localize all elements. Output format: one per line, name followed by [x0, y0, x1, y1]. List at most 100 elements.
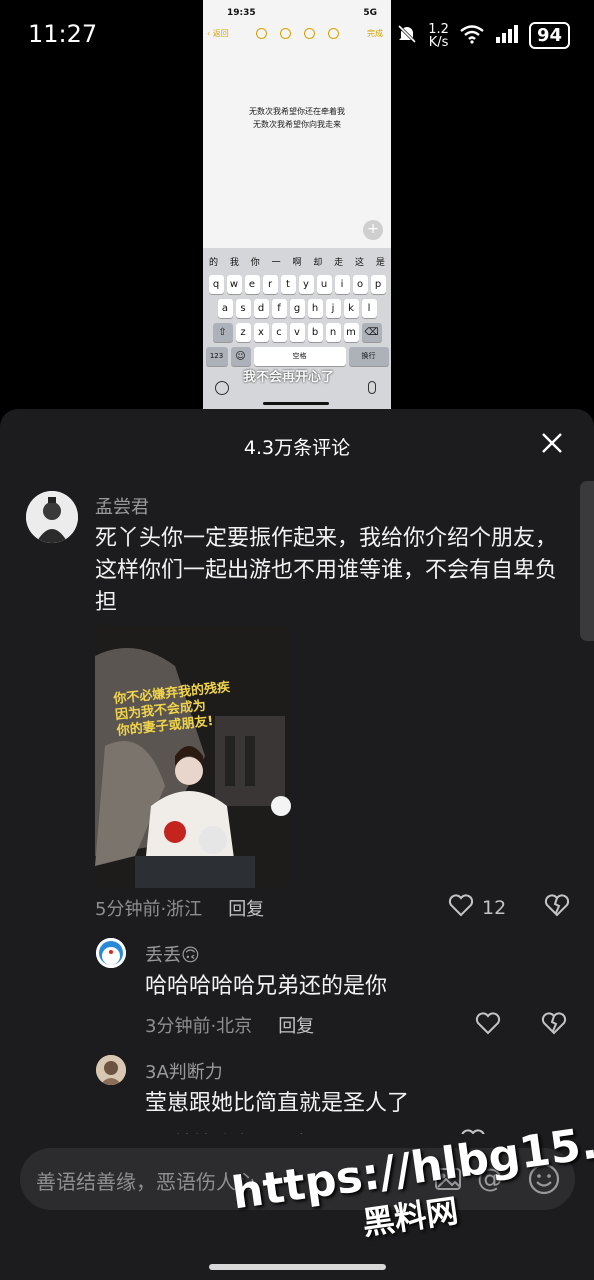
key-s: s: [235, 299, 251, 318]
key-u: u: [316, 275, 332, 294]
key-space: 空格: [253, 347, 346, 366]
candidate-char: 我: [229, 258, 239, 268]
comments-title: 4.3万条评论: [243, 437, 351, 459]
wifi-icon: [459, 24, 485, 48]
candidate-char: 你: [250, 258, 260, 268]
video-notes-toolbar: ‹ 返回 完成: [203, 18, 391, 39]
key-t: t: [280, 275, 296, 294]
shift-key-icon: ⇧: [212, 323, 233, 342]
key-e: e: [244, 275, 260, 294]
comment-username[interactable]: 孟尝君: [95, 493, 149, 519]
share-icon: [304, 28, 316, 39]
net-speed-value: 1.2: [428, 21, 449, 37]
comment-username[interactable]: 丢丢🙃: [145, 941, 200, 967]
key-y: y: [298, 275, 314, 294]
globe-icon: [215, 381, 229, 395]
close-icon[interactable]: [540, 431, 564, 455]
candidate-char: 啊: [292, 258, 302, 268]
key-z: z: [235, 323, 251, 342]
comment-time-location: 5分钟前·浙江: [95, 899, 203, 920]
video-note-line2: 无数次我希望你向我走来: [253, 120, 341, 129]
reply-button[interactable]: 回复: [278, 1012, 314, 1038]
plus-icon: +: [363, 220, 383, 240]
dislike-broken-heart-icon[interactable]: [544, 893, 570, 922]
candidate-char: 的: [209, 258, 219, 268]
key-n: n: [325, 323, 341, 342]
candidate-char: 是: [375, 258, 385, 268]
candidate-char: 这: [355, 258, 365, 268]
key-w: w: [226, 275, 242, 294]
video-status-time: 19:35: [227, 8, 256, 18]
delete-key-icon: ⌫: [361, 323, 382, 342]
key-i: i: [334, 275, 350, 294]
comment-text: 莹崽跟她比简直就是圣人了: [145, 1091, 410, 1116]
comment-text: 死丫头你一定要振作起来，我给你介绍个朋友，这样你们一起出游也不用谁等谁，不会有自…: [95, 526, 558, 615]
video-subtitle: 我不会再开心了: [243, 370, 335, 385]
like-heart-icon[interactable]: [448, 893, 474, 922]
key-l: l: [361, 299, 377, 318]
key-x: x: [253, 323, 269, 342]
key-return: 换行: [348, 347, 389, 366]
key-d: d: [253, 299, 269, 318]
comment-text: 哈哈哈哈哈兄弟还的是你: [145, 974, 388, 999]
video-home-indicator: [263, 402, 329, 405]
key-b: b: [307, 323, 323, 342]
emoji-key-icon: ☺: [230, 347, 251, 366]
comment-username[interactable]: 3A判断力: [145, 1058, 223, 1084]
video-status-signal: 5G: [363, 8, 377, 18]
key-j: j: [325, 299, 341, 318]
key-r: r: [262, 275, 278, 294]
battery-indicator: 94: [528, 22, 570, 49]
comment-image[interactable]: 你不必嫌弃我的残疾 因为我不会成为 你的妻子或朋友!: [95, 626, 291, 888]
comment-meta: 3分钟前·北京 回复: [145, 1012, 314, 1038]
video-back-label: ‹ 返回: [207, 29, 229, 38]
key-row-3: ⇧ z x c v b n m ⌫: [203, 323, 391, 342]
more-icon: [328, 28, 340, 39]
key-row-1: qwertyuiop: [203, 275, 391, 294]
scrollbar[interactable]: [580, 481, 594, 641]
key-f: f: [271, 299, 287, 318]
video-note-line1: 无数次我希望你还在牵着我: [249, 107, 345, 116]
home-indicator: [209, 1264, 386, 1270]
key-o: o: [352, 275, 368, 294]
video-back-text: 返回: [212, 29, 229, 38]
key-q: q: [208, 275, 224, 294]
key-m: m: [343, 323, 359, 342]
net-speed: 1.2 K/s: [428, 23, 449, 49]
mute-bell-icon: [396, 23, 418, 49]
undo-icon: [256, 28, 268, 39]
video-toolbar-icons: [256, 28, 340, 39]
net-speed-unit: K/s: [428, 34, 449, 50]
video-done-label: 完成: [367, 29, 383, 38]
avatar[interactable]: [96, 1055, 126, 1085]
redo-icon: [280, 28, 292, 39]
key-a: a: [217, 299, 233, 318]
like-heart-icon[interactable]: [475, 1011, 501, 1040]
comment-actions: 12: [448, 893, 570, 922]
status-time: 11:27: [28, 20, 98, 48]
avatar[interactable]: [26, 491, 78, 543]
key-h: h: [307, 299, 323, 318]
key-123: 123: [205, 347, 228, 366]
reply-button[interactable]: 回复: [228, 895, 264, 921]
video-status-bar: 19:35 5G: [203, 0, 391, 18]
key-v: v: [289, 323, 305, 342]
avatar[interactable]: [96, 938, 126, 968]
candidate-char: 一: [271, 258, 281, 268]
cell-signal-icon: [495, 24, 519, 48]
candidate-bar: 的我 你 一 啊 却 走 这是: [203, 248, 391, 270]
key-g: g: [289, 299, 305, 318]
comment-actions: [475, 1011, 567, 1040]
video-player[interactable]: 19:35 5G ‹ 返回 完成 无数次我希望你还在牵着我 无数次我希望你向我走…: [203, 0, 391, 410]
mic-icon: [368, 381, 376, 394]
candidate-char: 走: [334, 258, 344, 268]
key-p: p: [370, 275, 386, 294]
key-k: k: [343, 299, 359, 318]
dislike-broken-heart-icon[interactable]: [541, 1011, 567, 1040]
like-count: 12: [482, 896, 507, 919]
key-row-2: asdfghjkl: [203, 299, 391, 318]
candidate-char: 却: [313, 258, 323, 268]
comment-meta: 5分钟前·浙江 回复: [95, 895, 264, 921]
key-row-bottom: 123 ☺ 空格 换行: [203, 347, 391, 366]
comment-time-location: 3分钟前·北京: [145, 1016, 253, 1037]
